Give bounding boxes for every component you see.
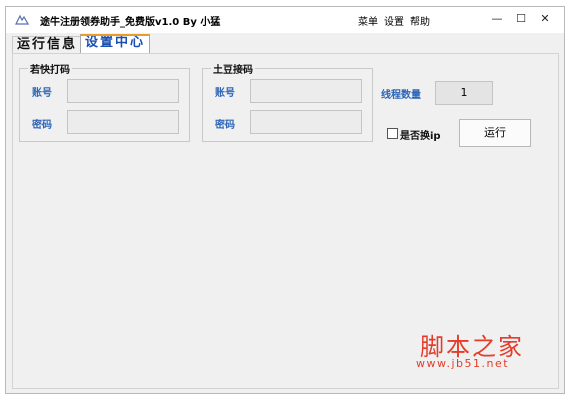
window-title: 途牛注册领券助手_免费版v1.0 By 小猛 [40, 17, 221, 28]
tudou-account-label: 账号 [215, 88, 235, 99]
minimize-button[interactable]: — [490, 12, 504, 26]
tudou-group-title: 土豆接码 [211, 61, 255, 76]
ruokuai-password-label: 密码 [32, 120, 52, 131]
ruokuai-group: 若快打码 账号 密码 [19, 61, 190, 142]
menu-item-settings[interactable]: 设置 [384, 13, 404, 28]
title-bar[interactable]: 途牛注册领券助手_免费版v1.0 By 小猛 菜单 设置 帮助 — ☐ ✕ [6, 7, 564, 33]
app-icon [15, 14, 29, 25]
ruokuai-password-input[interactable] [67, 110, 179, 134]
ruokuai-account-label: 账号 [32, 88, 52, 99]
app-window: 途牛注册领券助手_免费版v1.0 By 小猛 菜单 设置 帮助 — ☐ ✕ 运行… [5, 6, 565, 394]
run-button[interactable]: 运行 [459, 119, 531, 147]
thread-count-input[interactable]: 1 [435, 81, 493, 105]
tudou-password-label: 密码 [215, 120, 235, 131]
menu-item-help[interactable]: 帮助 [410, 13, 430, 28]
maximize-button[interactable]: ☐ [514, 12, 528, 26]
ip-switch-checkbox[interactable] [387, 128, 398, 139]
thread-count-label: 线程数量 [381, 90, 421, 101]
watermark-url: www.jb51.net [416, 357, 510, 370]
menu-item-menu[interactable]: 菜单 [358, 13, 378, 28]
ip-switch-label: 是否换ip [400, 131, 441, 142]
tab-settings-center[interactable]: 设置中心 [80, 34, 151, 53]
tab-run-info[interactable]: 运行信息 [12, 36, 83, 53]
tudou-password-input[interactable] [250, 110, 362, 134]
ruokuai-account-input[interactable] [67, 79, 179, 103]
close-button[interactable]: ✕ [538, 12, 552, 26]
ruokuai-group-title: 若快打码 [28, 61, 72, 76]
tab-strip: 运行信息 设置中心 [6, 33, 564, 53]
tudou-account-input[interactable] [250, 79, 362, 103]
tudou-group: 土豆接码 账号 密码 [202, 61, 373, 142]
